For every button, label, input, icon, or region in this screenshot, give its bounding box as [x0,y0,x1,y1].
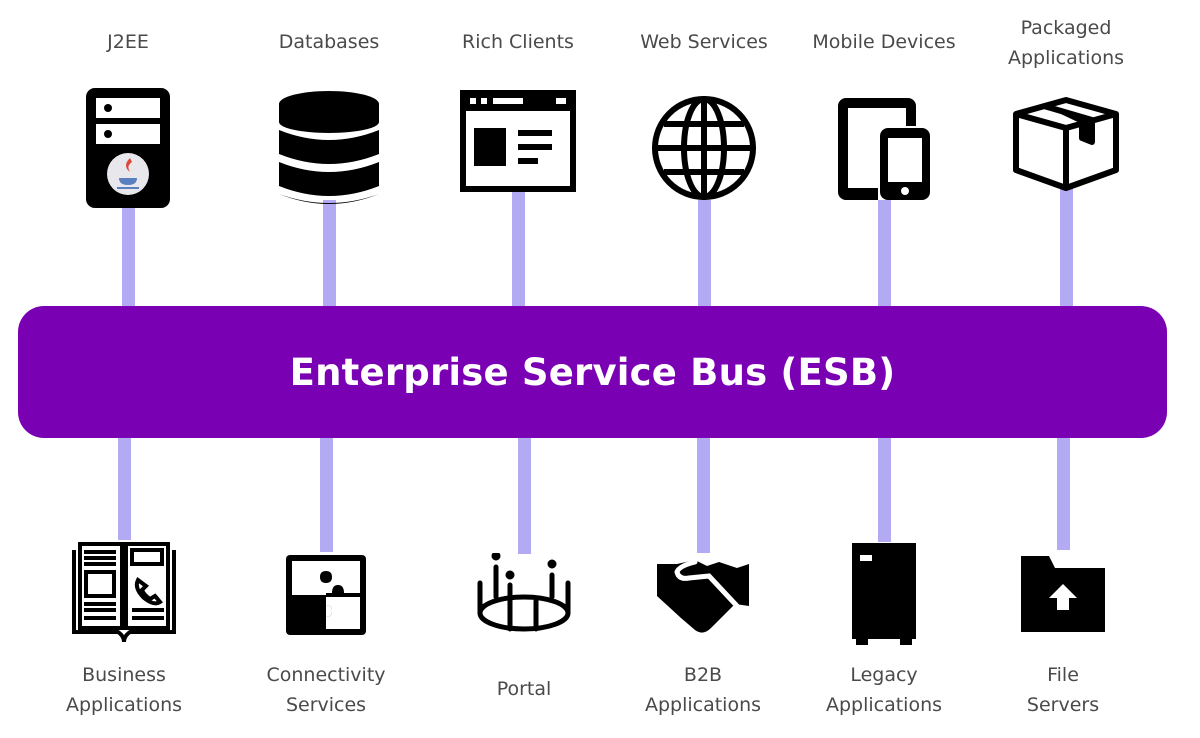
java-server-icon [84,86,172,210]
node-label: Connectivity [266,664,386,686]
connector-b2b-applications [697,438,710,553]
connector-connectivity-services [320,438,333,552]
browser-window-icon [460,90,576,192]
book-phone-icon [70,540,178,648]
node-label: Applications [1007,47,1125,69]
puzzle-icon [284,553,368,637]
node-label: Applications [65,694,183,716]
folder-upload-icon [1019,554,1107,634]
connector-legacy-applications [878,438,891,542]
node-label: Web Services [640,31,768,53]
node-label: Services [285,694,367,716]
node-label: Portal [496,678,552,700]
node-label: Legacy [850,664,918,686]
node-label: J2EE [107,31,149,53]
database-icon [277,90,381,206]
handshake-icon [655,556,751,638]
legacy-server-icon [850,541,918,647]
bus-title: Enterprise Service Bus (ESB) [289,350,896,394]
node-label: Applications [825,694,943,716]
connector-file-servers [1057,438,1070,550]
esb-bus: Enterprise Service Bus (ESB) [18,306,1167,438]
globe-icon [650,94,758,202]
node-label: Servers [1026,694,1100,716]
connector-portal [518,438,531,554]
node-label: Packaged [1020,17,1112,39]
node-label: Mobile Devices [812,31,956,53]
node-label: Applications [644,694,762,716]
node-label: Databases [278,31,380,53]
connector-packaged-applications [1060,186,1073,306]
connector-mobile-devices [878,200,891,306]
node-label: B2B [683,664,723,686]
node-label: File [1047,664,1079,686]
connector-databases [323,200,336,306]
connector-j2ee [122,200,135,306]
node-label: Business [82,664,166,686]
package-box-icon [1010,96,1122,192]
connector-rich-clients [512,190,525,306]
node-label: Rich Clients [462,31,574,53]
tablet-phone-icon [836,96,932,202]
portal-icon [476,553,572,635]
connector-business-applications [118,438,131,540]
connector-web-services [698,200,711,306]
